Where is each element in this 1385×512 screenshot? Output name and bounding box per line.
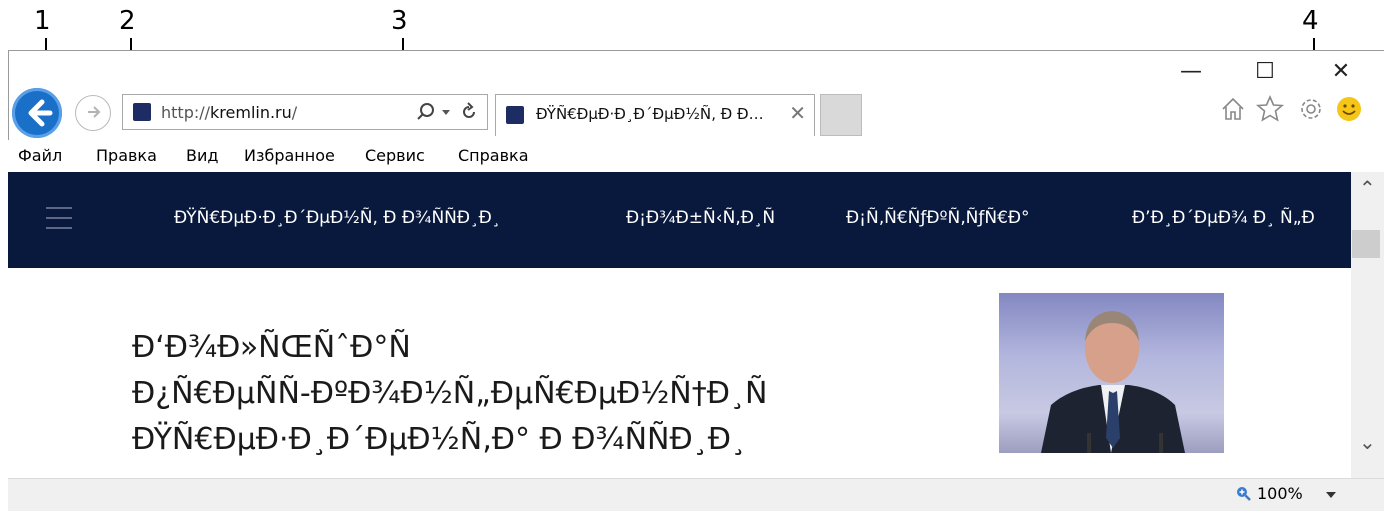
callout-1: 1 [34, 6, 51, 36]
forward-button[interactable] [75, 95, 111, 131]
tab-close-button[interactable]: ✕ [789, 101, 806, 125]
site-favicon [133, 103, 151, 121]
nav-link-events[interactable]: Ð¡Ð¾Ð±Ñ‹Ñ‚Ð¸Ñ [626, 208, 775, 228]
headline-line-3[interactable]: ÐŸÑ€ÐµÐ·Ð¸Ð´ÐµÐ½Ñ‚Ð° Ð Ð¾ÑÑÐ¸Ð¸ [132, 422, 746, 457]
scroll-down-arrow-icon[interactable]: ⌄ [1359, 430, 1376, 454]
callout-2: 2 [119, 6, 136, 36]
tab-favicon [506, 106, 524, 124]
search-icon[interactable] [415, 101, 437, 123]
headline-line-2[interactable]: Ð¿Ñ€ÐµÑÑ-ÐºÐ¾Ð½Ñ„ÐµÑ€ÐµÐ½Ñ†Ð¸Ñ [132, 376, 767, 411]
menu-tools[interactable]: Сервис [365, 146, 425, 165]
menu-view[interactable]: Вид [186, 146, 218, 165]
menu-favorites[interactable]: Избранное [244, 146, 335, 165]
tab-kremlin[interactable]: ÐŸÑ€ÐµÐ·Ð¸Ð´ÐµÐ½Ñ‚ Ð Ð… ✕ [495, 94, 815, 136]
menu-edit[interactable]: Правка [96, 146, 157, 165]
tab-title: ÐŸÑ€ÐµÐ·Ð¸Ð´ÐµÐ½Ñ‚ Ð Ð… [536, 105, 764, 123]
zoom-level[interactable]: 100% [1257, 484, 1303, 503]
news-photo[interactable] [999, 293, 1224, 453]
nav-link-president[interactable]: ÐŸÑ€ÐµÐ·Ð¸Ð´ÐµÐ½Ñ‚ Ð Ð¾ÑÑÐ¸Ð¸ [174, 208, 500, 228]
hamburger-menu-icon[interactable] [46, 207, 72, 237]
menu-bar: Файл Правка Вид Избранное Сервис Справка [8, 140, 1384, 172]
scroll-up-arrow-icon[interactable]: ⌃ [1359, 176, 1376, 200]
address-bar[interactable]: http://kremlin.ru/ [122, 94, 488, 130]
zoom-dropdown-icon[interactable] [1325, 491, 1337, 499]
refresh-icon[interactable] [459, 102, 479, 122]
nav-link-structure[interactable]: Ð¡Ñ‚Ñ€ÑƒÐºÑ‚ÑƒÑ€Ð° [846, 208, 1030, 228]
home-icon[interactable] [1218, 94, 1248, 124]
maximize-button[interactable]: ☐ [1242, 54, 1288, 90]
back-arrow-icon [28, 99, 53, 127]
callout-3: 3 [391, 6, 408, 36]
site-nav-bar: ÐŸÑ€ÐµÐ·Ð¸Ð´ÐµÐ½Ñ‚ Ð Ð¾ÑÑÐ¸Ð¸ Ð¡Ð¾Ð±Ñ‹Ñ‚… [8, 172, 1351, 268]
back-button[interactable] [12, 88, 62, 138]
forward-arrow-icon [88, 106, 101, 118]
minimize-button[interactable]: — [1168, 54, 1214, 90]
headline-line-1[interactable]: Ð‘Ð¾Ð»ÑŒÑˆÐ°Ñ [132, 330, 411, 365]
menu-help[interactable]: Справка [458, 146, 529, 165]
callout-4: 4 [1302, 6, 1319, 36]
address-url[interactable]: http://kremlin.ru/ [161, 103, 297, 122]
zoom-icon[interactable] [1236, 486, 1252, 502]
status-bar [8, 478, 1384, 511]
star-icon[interactable] [1255, 94, 1285, 124]
gear-icon[interactable] [1296, 94, 1326, 124]
menu-file[interactable]: Файл [18, 146, 62, 165]
smiley-icon[interactable] [1334, 94, 1364, 124]
page-content: Ð‘Ð¾Ð»ÑŒÑˆÐ°Ñ Ð¿Ñ€ÐµÑÑ-ÐºÐ¾Ð½Ñ„ÐµÑ€ÐµÐ½Ñ… [8, 268, 1351, 478]
new-tab-button[interactable] [820, 94, 862, 136]
nav-link-video[interactable]: Ð’Ð¸Ð´ÐµÐ¾ Ð¸ Ñ„Ð [1132, 208, 1315, 228]
scroll-thumb[interactable] [1352, 230, 1380, 258]
close-window-button[interactable]: ✕ [1318, 54, 1364, 90]
person-photo-illustration [999, 293, 1224, 453]
dropdown-arrow-icon[interactable] [440, 107, 452, 119]
vertical-scrollbar[interactable]: ⌃ ⌄ [1351, 172, 1384, 478]
